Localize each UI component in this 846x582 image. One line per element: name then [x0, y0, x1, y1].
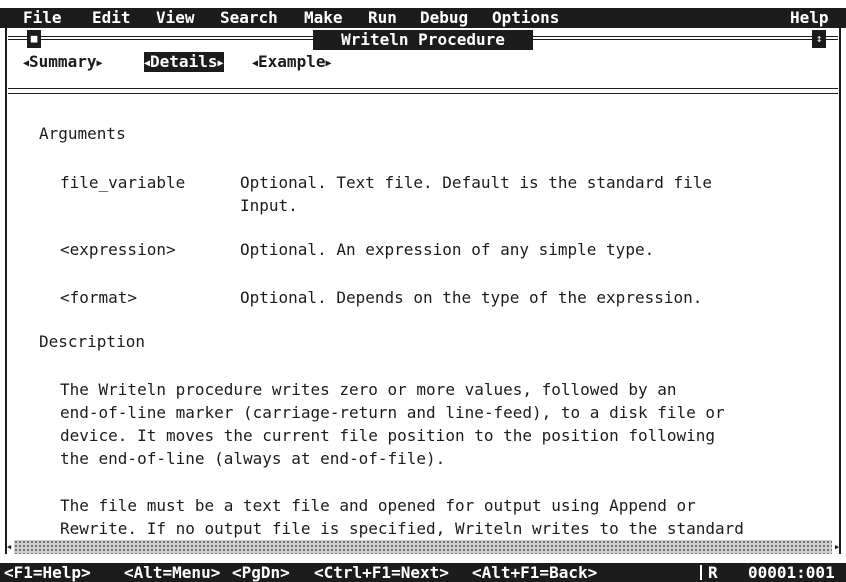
menu-help[interactable]: Help: [790, 8, 829, 28]
menu-view[interactable]: View: [156, 8, 195, 28]
status-pgdn[interactable]: <PgDn>: [232, 563, 290, 582]
paragraph-line: The Writeln procedure writes zero or mor…: [60, 380, 677, 399]
scroll-right-icon[interactable]: ▸: [830, 540, 844, 554]
status-separator: [700, 565, 702, 580]
status-position: 00001:001: [748, 563, 835, 582]
status-bar: <F1=Help> <Alt=Menu> <PgDn> <Ctrl+F1=Nex…: [0, 563, 846, 582]
tab-example-label: Example: [258, 52, 326, 71]
arg-name: <format>: [60, 288, 138, 307]
menu-search[interactable]: Search: [220, 8, 278, 28]
arg-description: Optional. Depends on the type of the exp…: [240, 288, 703, 307]
arg-description: Optional. Text file. Default is the stan…: [240, 173, 713, 192]
right-triangle-icon: ▶: [325, 58, 332, 69]
menu-make[interactable]: Make: [304, 8, 343, 28]
horizontal-scrollbar[interactable]: [14, 540, 832, 554]
tab-details[interactable]: ◀Details▶: [144, 52, 224, 72]
menu-debug[interactable]: Debug: [420, 8, 468, 28]
status-back[interactable]: <Alt+F1=Back>: [472, 563, 597, 582]
status-menu[interactable]: <Alt=Menu>: [124, 563, 220, 582]
window-frame-left: [5, 28, 7, 554]
menu-options[interactable]: Options: [492, 8, 559, 28]
status-next[interactable]: <Ctrl+F1=Next>: [314, 563, 449, 582]
menu-edit[interactable]: Edit: [92, 8, 131, 28]
paragraph-line: device. It moves the current file positi…: [60, 426, 716, 445]
arg-description: Input.: [240, 196, 298, 215]
paragraph-line: The file must be a text file and opened …: [60, 496, 696, 515]
arg-name: <expression>: [60, 240, 176, 259]
menu-file[interactable]: File: [23, 8, 62, 28]
menu-bar: File Edit View Search Make Run Debug Opt…: [0, 8, 846, 28]
arg-description: Optional. An expression of any simple ty…: [240, 240, 655, 259]
window-title: Writeln Procedure: [313, 30, 533, 50]
arg-name: file_variable: [60, 173, 186, 192]
description-heading: Description: [39, 332, 145, 351]
menu-run[interactable]: Run: [368, 8, 397, 28]
window-frame-right: [839, 28, 841, 554]
tab-summary-label: Summary: [29, 52, 97, 71]
tab-example[interactable]: ◀Example▶: [252, 52, 332, 72]
status-help[interactable]: <F1=Help>: [4, 563, 91, 582]
paragraph-line: the end-of-line (always at end-of-file).: [60, 449, 446, 468]
arguments-heading: Arguments: [39, 124, 126, 143]
right-triangle-icon: ▶: [96, 58, 103, 69]
tab-divider: [8, 88, 838, 94]
zoom-box-icon[interactable]: ↕: [812, 30, 826, 48]
paragraph-line: Rewrite. If no output file is specified,…: [60, 519, 744, 538]
tab-summary[interactable]: ◀Summary▶: [23, 52, 103, 72]
paragraph-line: end-of-line marker (carriage-return and …: [60, 403, 725, 422]
right-triangle-icon: ▶: [217, 58, 224, 69]
status-mode: R: [708, 563, 718, 582]
close-box-icon[interactable]: ■: [27, 30, 41, 48]
tab-details-label: Details: [150, 52, 218, 71]
